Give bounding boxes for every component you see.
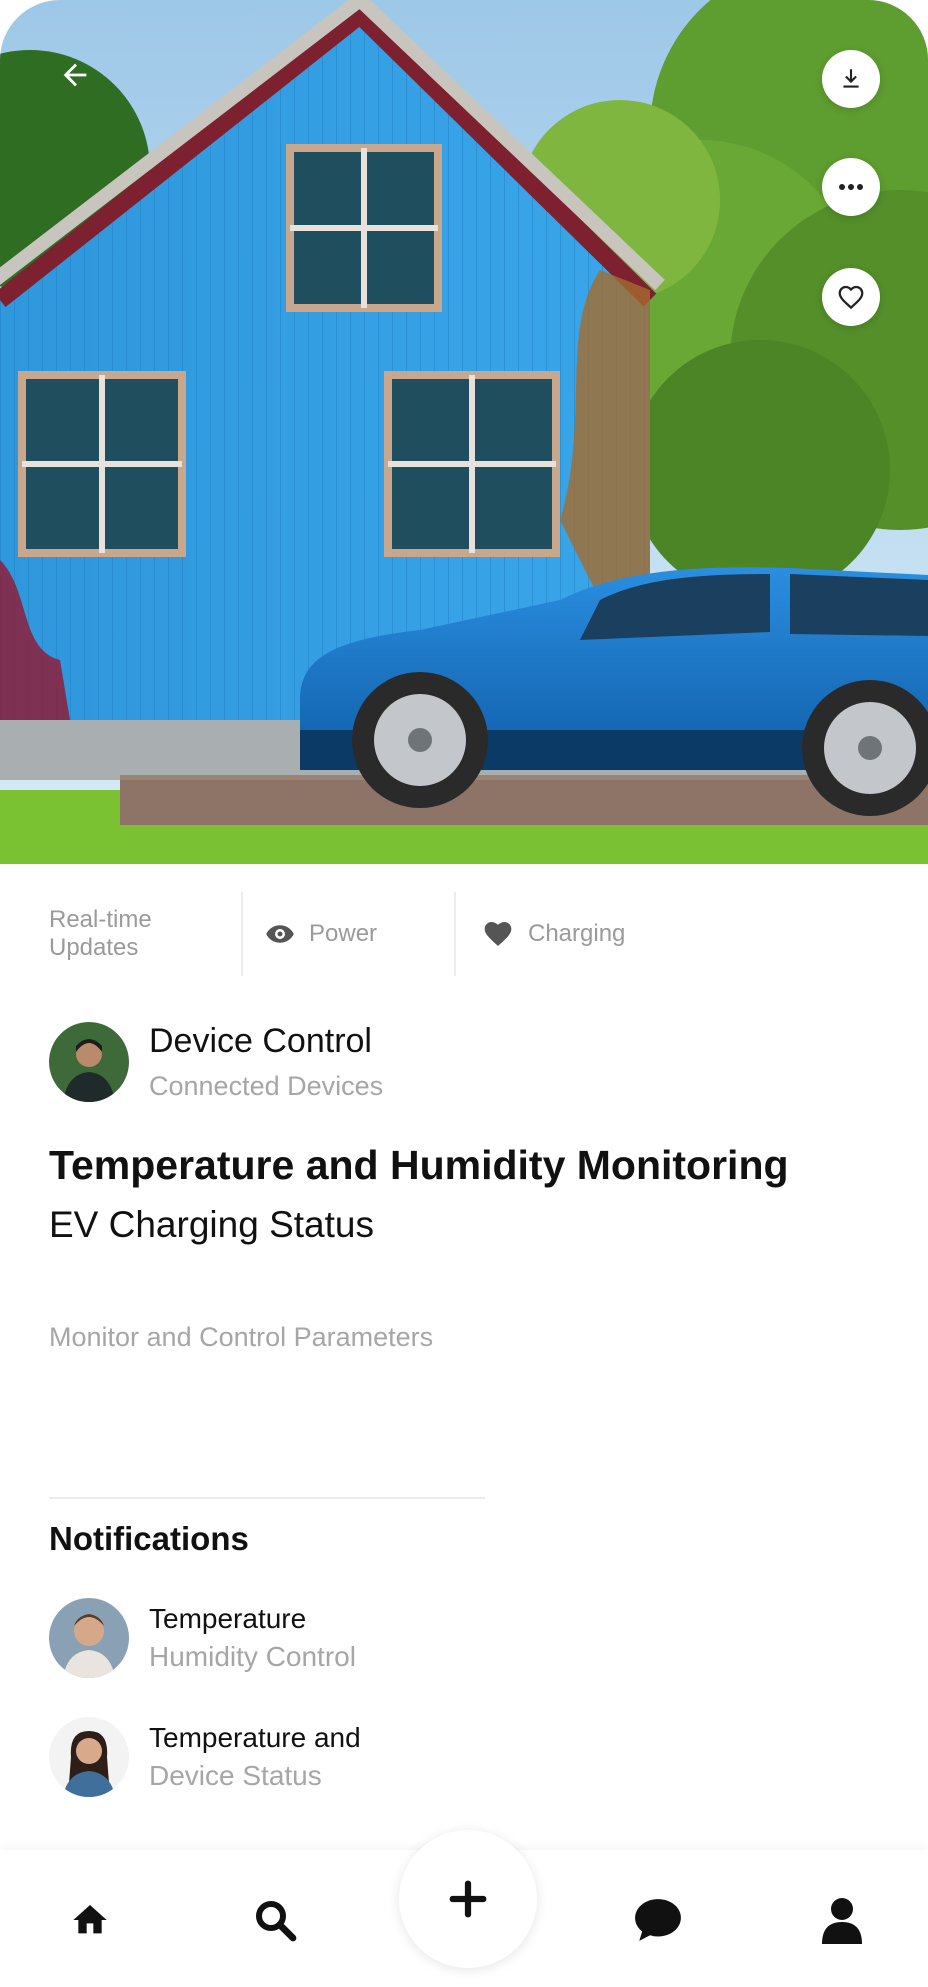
nav-profile[interactable] — [812, 1890, 872, 1950]
author-block[interactable]: Device Control Connected Devices — [49, 1022, 383, 1102]
heart-outline-icon — [838, 285, 864, 310]
add-icon — [449, 1880, 487, 1918]
divider — [49, 1497, 485, 1499]
download-icon — [843, 69, 859, 88]
notification-item[interactable]: Temperature and Device Status — [49, 1717, 361, 1797]
avatar — [49, 1022, 129, 1102]
search-icon — [256, 1901, 297, 1942]
page-subtitle: EV Charging Status — [49, 1204, 374, 1245]
stat-label: Power — [309, 920, 378, 947]
home-icon — [73, 1905, 107, 1934]
page-title: Temperature and Humidity Monitoring — [49, 1142, 789, 1188]
stat-realtime-updates: Real-time Updates — [0, 892, 243, 976]
avatar — [49, 1598, 129, 1678]
add-button[interactable] — [399, 1830, 537, 1968]
notification-item[interactable]: Temperature Humidity Control — [49, 1598, 356, 1678]
heart-icon — [484, 922, 512, 946]
more-icon — [839, 184, 863, 190]
notification-title: Temperature and — [149, 1722, 361, 1753]
nav-search[interactable] — [245, 1890, 305, 1950]
profile-icon — [822, 1898, 862, 1944]
stat-power[interactable]: Power — [243, 892, 456, 976]
notifications-heading: Notifications — [49, 1520, 249, 1557]
back-button[interactable] — [50, 50, 100, 100]
stat-label: Charging — [528, 920, 626, 947]
arrow-left-icon — [63, 63, 87, 87]
avatar — [49, 1717, 129, 1797]
notification-subtitle: Device Status — [149, 1760, 322, 1791]
stat-label: Real-time Updates — [49, 906, 152, 961]
stats-row: Real-time Updates Power Charging — [0, 892, 928, 976]
author-subtitle: Connected Devices — [149, 1071, 384, 1101]
author-name: Device Control — [149, 1022, 372, 1060]
eye-icon — [266, 925, 294, 943]
hero-image — [0, 0, 928, 864]
nav-messages[interactable] — [628, 1890, 688, 1950]
download-button[interactable] — [822, 50, 880, 108]
page-description: Monitor and Control Parameters — [49, 1322, 434, 1352]
more-button[interactable] — [822, 158, 880, 216]
favorite-button[interactable] — [822, 268, 880, 326]
nav-home[interactable] — [60, 1890, 120, 1950]
notification-subtitle: Humidity Control — [149, 1641, 356, 1672]
house-car-photo — [0, 0, 928, 864]
notification-title: Temperature — [149, 1603, 307, 1634]
stat-charging[interactable]: Charging — [456, 892, 625, 976]
chat-icon — [635, 1899, 681, 1941]
